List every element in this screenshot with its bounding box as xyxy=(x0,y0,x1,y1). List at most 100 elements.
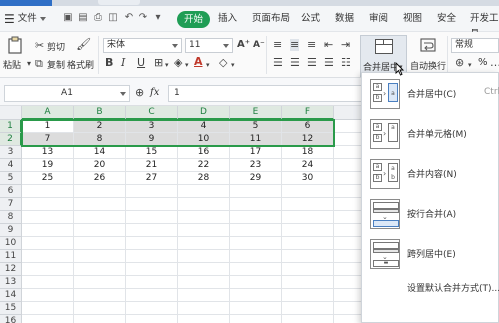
undo-icon[interactable]: ↶ xyxy=(123,12,135,24)
column-header-a[interactable]: A xyxy=(22,106,74,120)
cell-e7[interactable] xyxy=(230,198,282,211)
row-header-9[interactable]: 9 xyxy=(0,224,22,237)
cell-a16[interactable] xyxy=(22,315,74,323)
justify-icon[interactable]: ☰ xyxy=(324,57,334,69)
menu-item-default-merge-settings[interactable]: 设置默认合并方式(T)... xyxy=(407,281,499,294)
chevron-down-icon[interactable]: ▾ xyxy=(185,59,189,71)
cell-b1[interactable]: 2 xyxy=(74,120,126,133)
cell-f3[interactable]: 18 xyxy=(282,146,334,159)
cell-c2[interactable]: 9 xyxy=(126,133,178,146)
cell-f5[interactable]: 30 xyxy=(282,172,334,185)
cell-b5[interactable]: 26 xyxy=(74,172,126,185)
percent-button[interactable]: % xyxy=(478,57,488,68)
row-header-11[interactable]: 11 xyxy=(0,250,22,263)
cell-d9[interactable] xyxy=(178,224,230,237)
tab-data[interactable]: 数据 xyxy=(335,11,354,27)
cell-c10[interactable] xyxy=(126,237,178,250)
bold-icon[interactable]: B xyxy=(105,57,113,69)
cell-f11[interactable] xyxy=(282,250,334,263)
cell-d10[interactable] xyxy=(178,237,230,250)
cell-d8[interactable] xyxy=(178,211,230,224)
font-color-icon[interactable]: A xyxy=(194,56,203,68)
cell-e2[interactable]: 11 xyxy=(230,133,282,146)
cell-a9[interactable] xyxy=(22,224,74,237)
thousands-icon[interactable]: … xyxy=(490,57,499,69)
align-bottom-icon[interactable]: ≡ xyxy=(307,39,316,51)
cell-e8[interactable] xyxy=(230,211,282,224)
cell-e5[interactable]: 29 xyxy=(230,172,282,185)
cell-d6[interactable] xyxy=(178,185,230,198)
column-header-d[interactable]: D xyxy=(178,106,230,120)
cell-c4[interactable]: 21 xyxy=(126,159,178,172)
cell-d14[interactable] xyxy=(178,289,230,302)
cell-b7[interactable] xyxy=(74,198,126,211)
cell-e16[interactable] xyxy=(230,315,282,323)
column-header-f[interactable]: F xyxy=(282,106,334,120)
row-header-7[interactable]: 7 xyxy=(0,198,22,211)
cell-f4[interactable]: 24 xyxy=(282,159,334,172)
cell-b16[interactable] xyxy=(74,315,126,323)
menu-item-merge-center[interactable]: a b › a 合并居中(C) Ctrl xyxy=(362,75,499,113)
cell-b3[interactable]: 14 xyxy=(74,146,126,159)
cell-f6[interactable] xyxy=(282,185,334,198)
align-right-icon[interactable]: ☰ xyxy=(307,57,317,69)
number-format-select[interactable]: 常规 xyxy=(451,38,499,53)
cell-d12[interactable] xyxy=(178,263,230,276)
align-middle-icon[interactable]: ≡ xyxy=(290,39,300,51)
fill-color-icon[interactable]: ◈ xyxy=(174,57,182,69)
select-all-corner[interactable] xyxy=(0,106,22,120)
cell-f16[interactable] xyxy=(282,315,334,323)
align-center-icon[interactable]: ☰ xyxy=(290,57,300,69)
cell-c15[interactable] xyxy=(126,302,178,315)
cell-e13[interactable] xyxy=(230,276,282,289)
cell-f15[interactable] xyxy=(282,302,334,315)
indent-decrease-icon[interactable]: ⇤ xyxy=(324,39,333,51)
cell-f14[interactable] xyxy=(282,289,334,302)
cell-c5[interactable]: 27 xyxy=(126,172,178,185)
cell-a11[interactable] xyxy=(22,250,74,263)
menu-item-merge-by-row[interactable]: ⌄ 按行合并(A) xyxy=(362,195,499,233)
paste-caret-icon[interactable]: ▾ xyxy=(27,58,31,70)
cell-f9[interactable] xyxy=(282,224,334,237)
tab-start[interactable]: 开始 xyxy=(177,11,210,28)
cell-a13[interactable] xyxy=(22,276,74,289)
row-header-4[interactable]: 4 xyxy=(0,159,22,172)
font-name-select[interactable]: 宋体 xyxy=(103,38,182,53)
cell-c1[interactable]: 3 xyxy=(126,120,178,133)
name-box[interactable]: A1 xyxy=(4,85,130,102)
row-header-12[interactable]: 12 xyxy=(0,263,22,276)
cell-a2[interactable]: 7 xyxy=(22,133,74,146)
tab-review[interactable]: 审阅 xyxy=(369,11,388,27)
tab-developer[interactable]: 开发工具 xyxy=(470,11,499,40)
row-header-16[interactable]: 16 xyxy=(0,315,22,323)
cut-button[interactable]: 剪切 xyxy=(47,40,65,53)
cell-f13[interactable] xyxy=(282,276,334,289)
cell-b2[interactable]: 8 xyxy=(74,133,126,146)
underline-icon[interactable]: U xyxy=(137,57,145,69)
cell-e10[interactable] xyxy=(230,237,282,250)
cell-b8[interactable] xyxy=(74,211,126,224)
tab-page-layout[interactable]: 页面布局 xyxy=(252,11,290,27)
cell-b15[interactable] xyxy=(74,302,126,315)
chevron-down-icon[interactable]: ▾ xyxy=(206,59,210,71)
cell-e15[interactable] xyxy=(230,302,282,315)
cell-c9[interactable] xyxy=(126,224,178,237)
chevron-down-icon[interactable]: ▾ xyxy=(231,59,235,71)
document-tab[interactable] xyxy=(98,0,140,5)
align-top-icon[interactable]: ≡ xyxy=(273,39,282,51)
print-icon[interactable]: ⎙ xyxy=(92,12,104,24)
cell-b9[interactable] xyxy=(74,224,126,237)
cell-b10[interactable] xyxy=(74,237,126,250)
cell-c3[interactable]: 15 xyxy=(126,146,178,159)
cell-b11[interactable] xyxy=(74,250,126,263)
row-header-6[interactable]: 6 xyxy=(0,185,22,198)
cell-a14[interactable] xyxy=(22,289,74,302)
cell-a5[interactable]: 25 xyxy=(22,172,74,185)
increase-font-icon[interactable]: A⁺ xyxy=(237,39,250,51)
cell-f1[interactable]: 6 xyxy=(282,120,334,133)
redo-icon[interactable]: ↷ xyxy=(137,12,149,24)
export-icon[interactable]: ▤ xyxy=(77,12,89,24)
zoom-icon[interactable]: ⊕ xyxy=(135,87,144,99)
column-header-e[interactable]: E xyxy=(230,106,282,120)
cell-d11[interactable] xyxy=(178,250,230,263)
